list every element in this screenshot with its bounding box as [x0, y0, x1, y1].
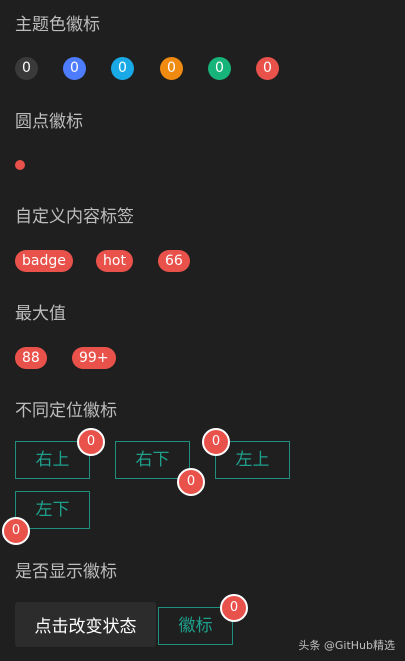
section-title-theme: 主题色徽标 [15, 15, 100, 35]
theme-badge-primary: 0 [63, 57, 86, 80]
top-left-badge: 0 [202, 428, 230, 456]
section-title-custom: 自定义内容标签 [15, 207, 134, 227]
custom-badge-hot: hot [96, 250, 133, 272]
custom-badge-66: 66 [158, 250, 190, 272]
custom-badge-badge: badge [15, 250, 73, 272]
max-badge-88: 88 [15, 347, 47, 369]
theme-badge-info: 0 [111, 57, 134, 80]
toggle-state-button[interactable]: 点击改变状态 [15, 602, 156, 647]
dot-badge [15, 160, 25, 170]
max-badge-99plus: 99+ [72, 347, 116, 369]
theme-badge-warning: 0 [160, 57, 183, 80]
bottom-left-badge: 0 [2, 517, 30, 545]
section-title-show: 是否显示徽标 [15, 562, 117, 582]
show-toggle-badge: 0 [220, 594, 248, 622]
section-title-max: 最大值 [15, 304, 66, 324]
theme-badge-error: 0 [256, 57, 279, 80]
section-title-dot: 圆点徽标 [15, 112, 83, 132]
watermark: 头条 @GitHub精选 [298, 639, 395, 652]
bottom-right-badge: 0 [177, 468, 205, 496]
theme-badge-success: 0 [208, 57, 231, 80]
section-title-position: 不同定位徽标 [15, 401, 117, 421]
top-right-badge: 0 [77, 428, 105, 456]
theme-badge-default: 0 [15, 57, 38, 80]
